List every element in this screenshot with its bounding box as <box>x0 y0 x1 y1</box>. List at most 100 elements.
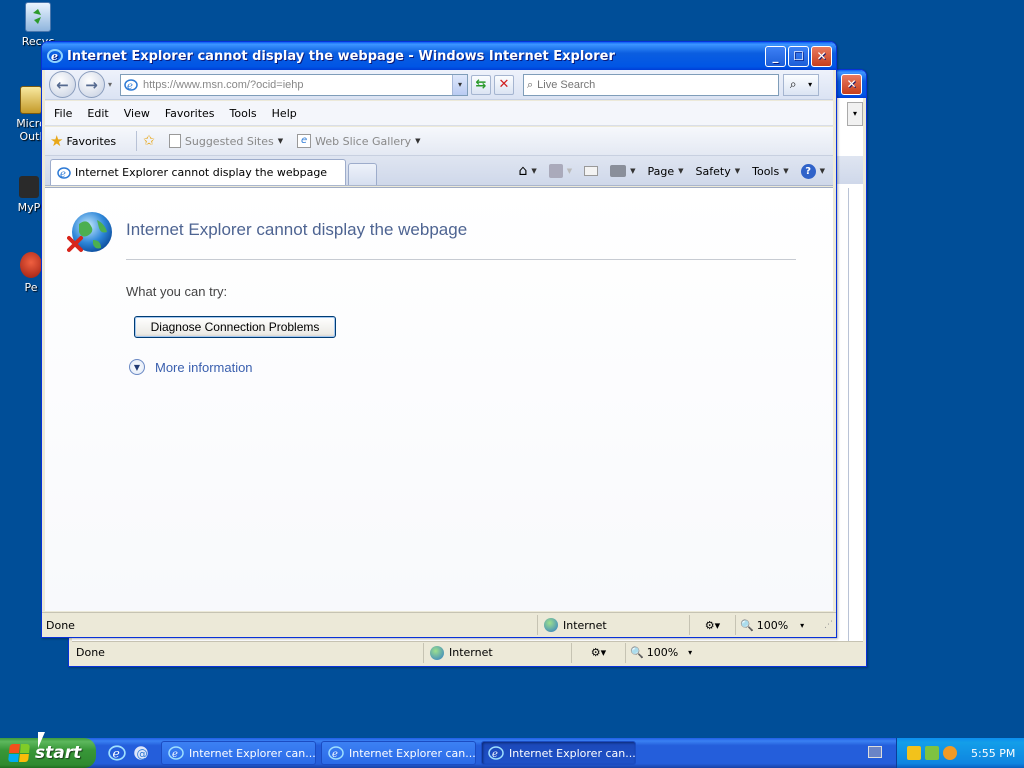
menu-help[interactable]: Help <box>272 107 297 120</box>
keyboard-icon[interactable] <box>868 746 882 758</box>
read-mail-button[interactable] <box>584 166 599 176</box>
rss-icon <box>548 164 563 178</box>
clock[interactable]: 5:55 PM <box>971 747 1015 760</box>
start-button[interactable]: start <box>0 738 96 768</box>
page-content: Internet Explorer cannot display the web… <box>45 187 833 611</box>
ie-logo-icon: e <box>488 745 504 761</box>
divider <box>136 131 138 151</box>
address-input[interactable] <box>143 78 452 91</box>
help-button[interactable]: ? ▼ <box>800 163 825 179</box>
web-slice-gallery-button[interactable]: e Web Slice Gallery ▼ <box>297 134 421 148</box>
network-icon[interactable] <box>925 746 939 760</box>
print-button[interactable]: ▼ <box>610 165 636 177</box>
page-label: Page <box>647 164 675 178</box>
dropdown-arrow-icon: ▼ <box>819 167 825 175</box>
zoom-icon: 🔍 <box>740 618 754 632</box>
zoom-control[interactable]: 🔍 100% ▾ <box>626 643 706 663</box>
svg-text:e: e <box>127 81 133 92</box>
favorites-button[interactable]: ★ Favorites <box>50 132 116 150</box>
menu-file[interactable]: File <box>54 107 72 120</box>
page-title: Internet Explorer cannot display the web… <box>126 220 468 239</box>
help-icon: ? <box>800 163 816 179</box>
taskbar-button-ie-2[interactable]: e Internet Explorer can... <box>321 741 476 765</box>
tab-title: Internet Explorer cannot display the web… <box>75 166 328 179</box>
diagnose-connection-problems-button[interactable]: Diagnose Connection Problems <box>134 316 336 338</box>
dropdown-arrow-icon: ▼ <box>734 167 741 175</box>
back-button[interactable]: ← <box>49 71 76 98</box>
taskbar-button-ie-1[interactable]: e Internet Explorer can... <box>161 741 316 765</box>
resize-grip-icon[interactable]: ⋰ <box>824 620 833 630</box>
menu-edit[interactable]: Edit <box>87 107 108 120</box>
status-text: Done <box>42 615 538 635</box>
maximize-button[interactable]: ☐ <box>788 45 809 67</box>
search-icon[interactable] <box>943 746 957 760</box>
back-arrow-icon: ← <box>56 75 69 94</box>
ie-logo-icon: e <box>47 48 63 64</box>
mail-icon <box>584 166 599 176</box>
refresh-button[interactable]: ⇆ <box>471 74 491 95</box>
dropdown-arrow-icon: ▼ <box>531 167 537 175</box>
dropdown-arrow-icon[interactable]: ▾ <box>847 102 863 126</box>
zone-label: Internet <box>449 646 493 659</box>
dropdown-arrow-icon: ▼ <box>678 167 684 175</box>
ie-window[interactable]: e Internet Explorer cannot display the w… <box>41 41 837 638</box>
zoom-icon: 🔍 <box>630 646 644 659</box>
forward-arrow-icon: → <box>85 75 98 94</box>
close-button[interactable]: ✕ <box>841 73 862 95</box>
ie-logo-icon[interactable]: e <box>108 744 126 762</box>
stop-button[interactable]: ✕ <box>494 74 514 95</box>
protected-mode-icon[interactable]: ⚙▾ <box>690 615 736 635</box>
globe-error-icon <box>67 210 113 256</box>
page-menu-button[interactable]: Page ▼ <box>648 165 684 178</box>
menu-favorites[interactable]: Favorites <box>165 107 215 120</box>
status-text: Done <box>72 642 424 663</box>
suggested-sites-button[interactable]: Suggested Sites ▼ <box>168 134 284 148</box>
close-button[interactable]: ✕ <box>811 45 832 67</box>
search-icon: ⌕ <box>789 77 797 91</box>
search-box[interactable]: ⌕ <box>523 73 779 96</box>
quick-launch: e @ <box>108 744 156 762</box>
svg-text:e: e <box>332 749 338 760</box>
menu-view[interactable]: View <box>124 107 150 120</box>
favorites-label: Favorites <box>66 134 117 148</box>
recycle-bin-icon <box>25 2 51 32</box>
svg-text:e: e <box>113 747 120 761</box>
mouse-cursor-icon <box>38 732 45 748</box>
address-bar[interactable]: e ▾ <box>120 73 468 96</box>
outlook-icon <box>20 86 42 114</box>
outlook-express-icon[interactable]: @ <box>132 744 150 762</box>
ie-page-icon: e <box>297 134 312 148</box>
new-tab-button[interactable] <box>348 163 377 185</box>
dropdown-arrow-icon: ▼ <box>783 167 789 175</box>
svg-text:e: e <box>51 50 58 63</box>
zone-label: Internet <box>563 618 607 632</box>
search-button[interactable]: ⌕ ▾ <box>783 73 819 96</box>
zoom-control[interactable]: 🔍 100% ▾ <box>736 615 816 635</box>
taskbar-button-ie-3[interactable]: e Internet Explorer can... <box>481 741 636 765</box>
security-shield-icon[interactable] <box>907 746 921 760</box>
address-dropdown-button[interactable]: ▾ <box>452 74 467 95</box>
recent-pages-dropdown[interactable]: ▾ <box>105 80 115 89</box>
minimize-button[interactable]: _ <box>765 45 786 67</box>
ie-logo-icon: e <box>168 745 184 761</box>
svg-text:e: e <box>60 169 66 180</box>
safety-menu-button[interactable]: Safety ▼ <box>696 165 741 178</box>
search-input[interactable] <box>537 78 778 91</box>
tools-menu-button[interactable]: Tools ▼ <box>752 165 789 178</box>
tab-active[interactable]: e Internet Explorer cannot display the w… <box>50 159 346 185</box>
globe-icon <box>544 618 558 632</box>
globe-icon <box>430 645 444 660</box>
feeds-button[interactable]: ▼ <box>548 164 572 178</box>
what-you-can-try-label: What you can try: <box>126 284 228 299</box>
add-to-favorites-bar-button[interactable]: ✩ <box>143 133 155 149</box>
printer-icon <box>610 165 627 177</box>
forward-button[interactable]: → <box>78 71 105 98</box>
shortcut-icon <box>19 176 39 198</box>
protected-mode-icon[interactable]: ⚙▾ <box>572 642 626 663</box>
more-information-link[interactable]: ▼ More information <box>129 359 253 375</box>
home-button[interactable]: ⌂ ▼ <box>518 163 536 179</box>
menu-tools[interactable]: Tools <box>230 107 257 120</box>
search-options-dropdown[interactable]: ▾ <box>808 80 812 89</box>
dropdown-arrow-icon: ▼ <box>277 137 284 145</box>
title-bar[interactable]: e Internet Explorer cannot display the w… <box>42 42 836 70</box>
